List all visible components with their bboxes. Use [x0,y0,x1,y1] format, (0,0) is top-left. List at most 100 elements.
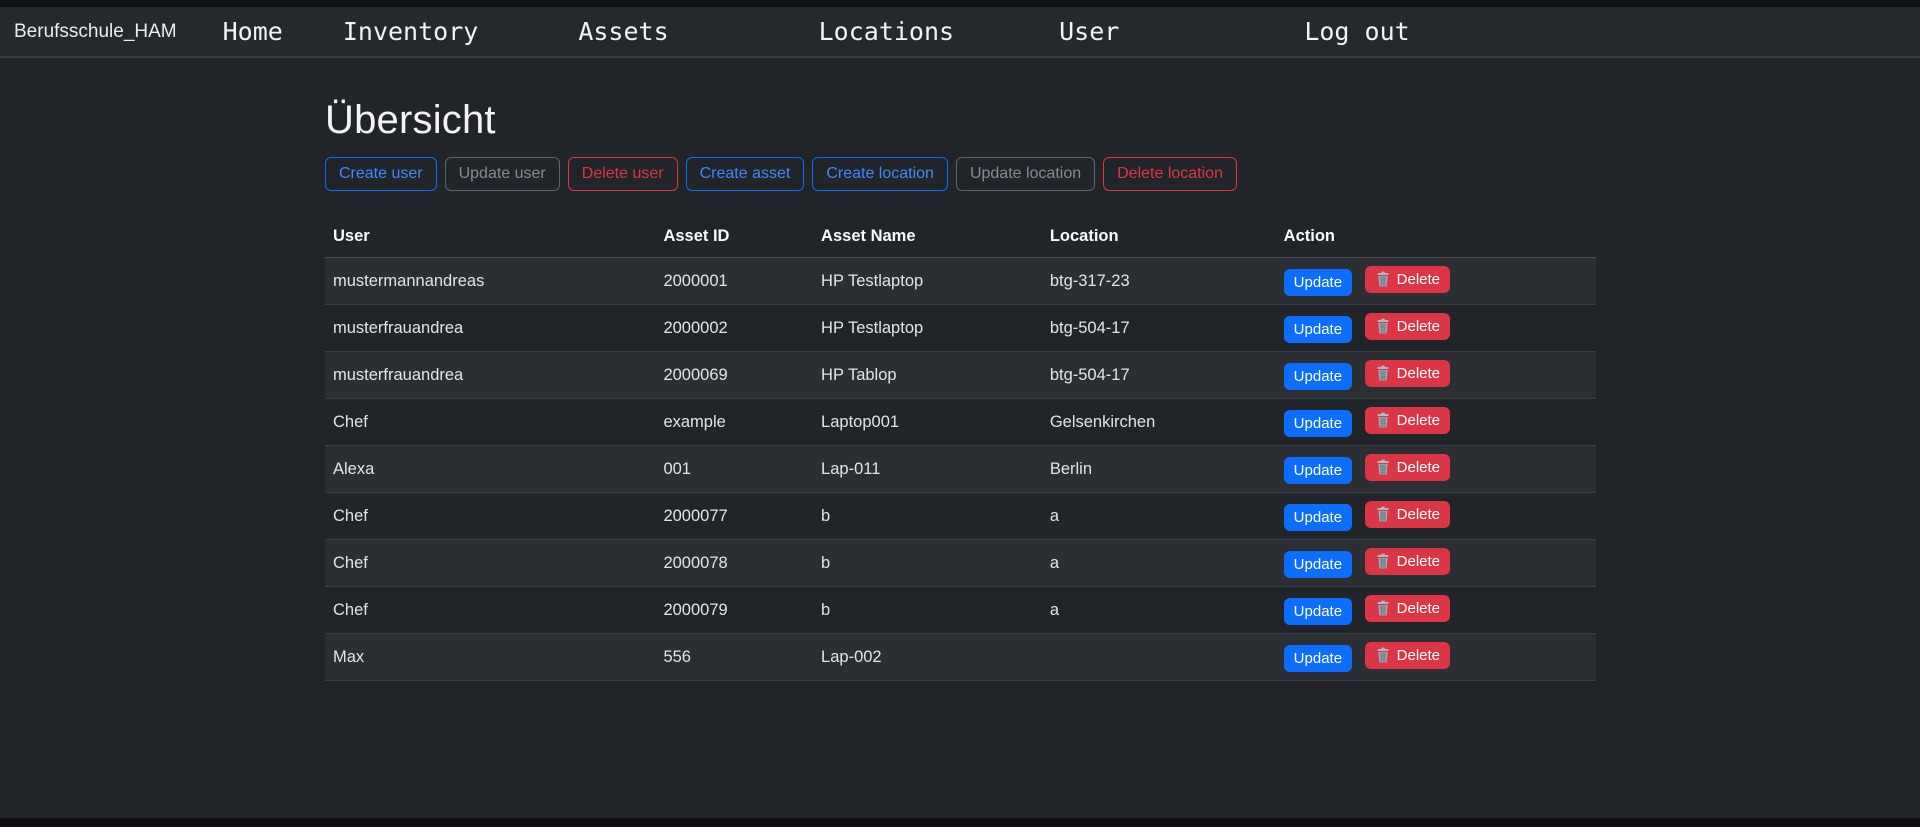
cell-location: a [1042,540,1276,587]
create-asset-button[interactable]: Create asset [686,157,805,191]
cell-action: Update Delete [1276,446,1596,493]
row-delete-label: Delete [1397,365,1440,382]
cell-user: Alexa [325,446,655,493]
cell-asset-id: 2000078 [655,540,813,587]
cell-action: Update Delete [1276,540,1596,587]
create-user-button[interactable]: Create user [325,157,437,191]
row-update-button[interactable]: Update [1284,363,1352,390]
row-delete-button[interactable]: Delete [1365,407,1450,434]
nav-links: Home Inventory Assets Locations User Log out [177,17,1410,46]
cell-action: Update Delete [1276,493,1596,540]
trash-icon [1375,271,1391,287]
table-row: Alexa 001 Lap-011 Berlin Update Delete [325,446,1596,493]
delete-user-button[interactable]: Delete user [568,157,678,191]
cell-asset-id: 2000077 [655,493,813,540]
toolbar: Create userUpdate userDelete userCreate … [325,157,1596,191]
cell-location [1042,634,1276,681]
cell-user: mustermannandreas [325,258,655,305]
cell-user: Max [325,634,655,681]
table-header-row: User Asset ID Asset Name Location Action [325,221,1596,258]
window-top-edge [0,0,1920,7]
window-bottom-edge [0,818,1920,827]
header-asset-id: Asset ID [655,221,813,258]
cell-action: Update Delete [1276,399,1596,446]
trash-icon [1375,647,1391,663]
cell-user: Chef [325,399,655,446]
row-update-button[interactable]: Update [1284,269,1352,296]
trash-icon [1375,459,1391,475]
row-update-button[interactable]: Update [1284,410,1352,437]
cell-asset-id: 556 [655,634,813,681]
cell-location: btg-504-17 [1042,352,1276,399]
cell-asset-id: 001 [655,446,813,493]
trash-icon [1375,553,1391,569]
trash-icon [1375,412,1391,428]
cell-location: Gelsenkirchen [1042,399,1276,446]
nav-item-log-out[interactable]: Log out [1304,17,1409,46]
row-delete-label: Delete [1397,600,1440,617]
cell-asset-id: 2000001 [655,258,813,305]
cell-action: Update Delete [1276,587,1596,634]
trash-icon [1375,318,1391,334]
cell-asset-id: example [655,399,813,446]
row-update-button[interactable]: Update [1284,551,1352,578]
row-delete-button[interactable]: Delete [1365,642,1450,669]
cell-location: a [1042,493,1276,540]
row-delete-label: Delete [1397,271,1440,288]
row-update-button[interactable]: Update [1284,645,1352,672]
cell-asset-id: 2000069 [655,352,813,399]
create-location-button[interactable]: Create location [812,157,948,191]
header-user: User [325,221,655,258]
nav-item-inventory[interactable]: Inventory [343,17,478,46]
header-location: Location [1042,221,1276,258]
nav-item-user[interactable]: User [1059,17,1119,46]
cell-asset-id: 2000002 [655,305,813,352]
update-user-button[interactable]: Update user [445,157,560,191]
cell-user: Chef [325,493,655,540]
row-update-button[interactable]: Update [1284,316,1352,343]
cell-asset-name: b [813,493,1042,540]
page-title: Übersicht [325,98,1596,143]
row-delete-button[interactable]: Delete [1365,266,1450,293]
update-location-button[interactable]: Update location [956,157,1095,191]
row-delete-button[interactable]: Delete [1365,360,1450,387]
row-delete-label: Delete [1397,459,1440,476]
table-row: Chef example Laptop001 Gelsenkirchen Upd… [325,399,1596,446]
row-delete-button[interactable]: Delete [1365,501,1450,528]
trash-icon [1375,365,1391,381]
cell-asset-name: HP Testlaptop [813,305,1042,352]
delete-location-button[interactable]: Delete location [1103,157,1237,191]
cell-location: Berlin [1042,446,1276,493]
row-update-button[interactable]: Update [1284,504,1352,531]
trash-icon [1375,506,1391,522]
header-action: Action [1276,221,1596,258]
row-delete-button[interactable]: Delete [1365,548,1450,575]
row-update-button[interactable]: Update [1284,457,1352,484]
cell-user: musterfrauandrea [325,352,655,399]
trash-icon [1375,600,1391,616]
row-delete-button[interactable]: Delete [1365,313,1450,340]
cell-asset-name: Lap-011 [813,446,1042,493]
table-row: musterfrauandrea 2000069 HP Tablop btg-5… [325,352,1596,399]
cell-action: Update Delete [1276,258,1596,305]
table-row: Chef 2000079 b a Update Delete [325,587,1596,634]
nav-item-locations[interactable]: Locations [819,17,954,46]
row-delete-button[interactable]: Delete [1365,454,1450,481]
table-row: Max 556 Lap-002 Update Delete [325,634,1596,681]
nav-item-home[interactable]: Home [223,17,283,46]
cell-asset-name: HP Testlaptop [813,258,1042,305]
nav-item-assets[interactable]: Assets [578,17,668,46]
cell-asset-name: Laptop001 [813,399,1042,446]
row-delete-label: Delete [1397,412,1440,429]
cell-action: Update Delete [1276,634,1596,681]
table-row: Chef 2000077 b a Update Delete [325,493,1596,540]
navbar: Berufsschule_HAM Home Inventory Assets Loca… [0,7,1920,58]
cell-asset-name: Lap-002 [813,634,1042,681]
row-delete-label: Delete [1397,553,1440,570]
cell-asset-id: 2000079 [655,587,813,634]
row-update-button[interactable]: Update [1284,598,1352,625]
header-asset-name: Asset Name [813,221,1042,258]
navbar-brand[interactable]: Berufsschule_HAM [14,21,177,43]
row-delete-button[interactable]: Delete [1365,595,1450,622]
cell-location: a [1042,587,1276,634]
